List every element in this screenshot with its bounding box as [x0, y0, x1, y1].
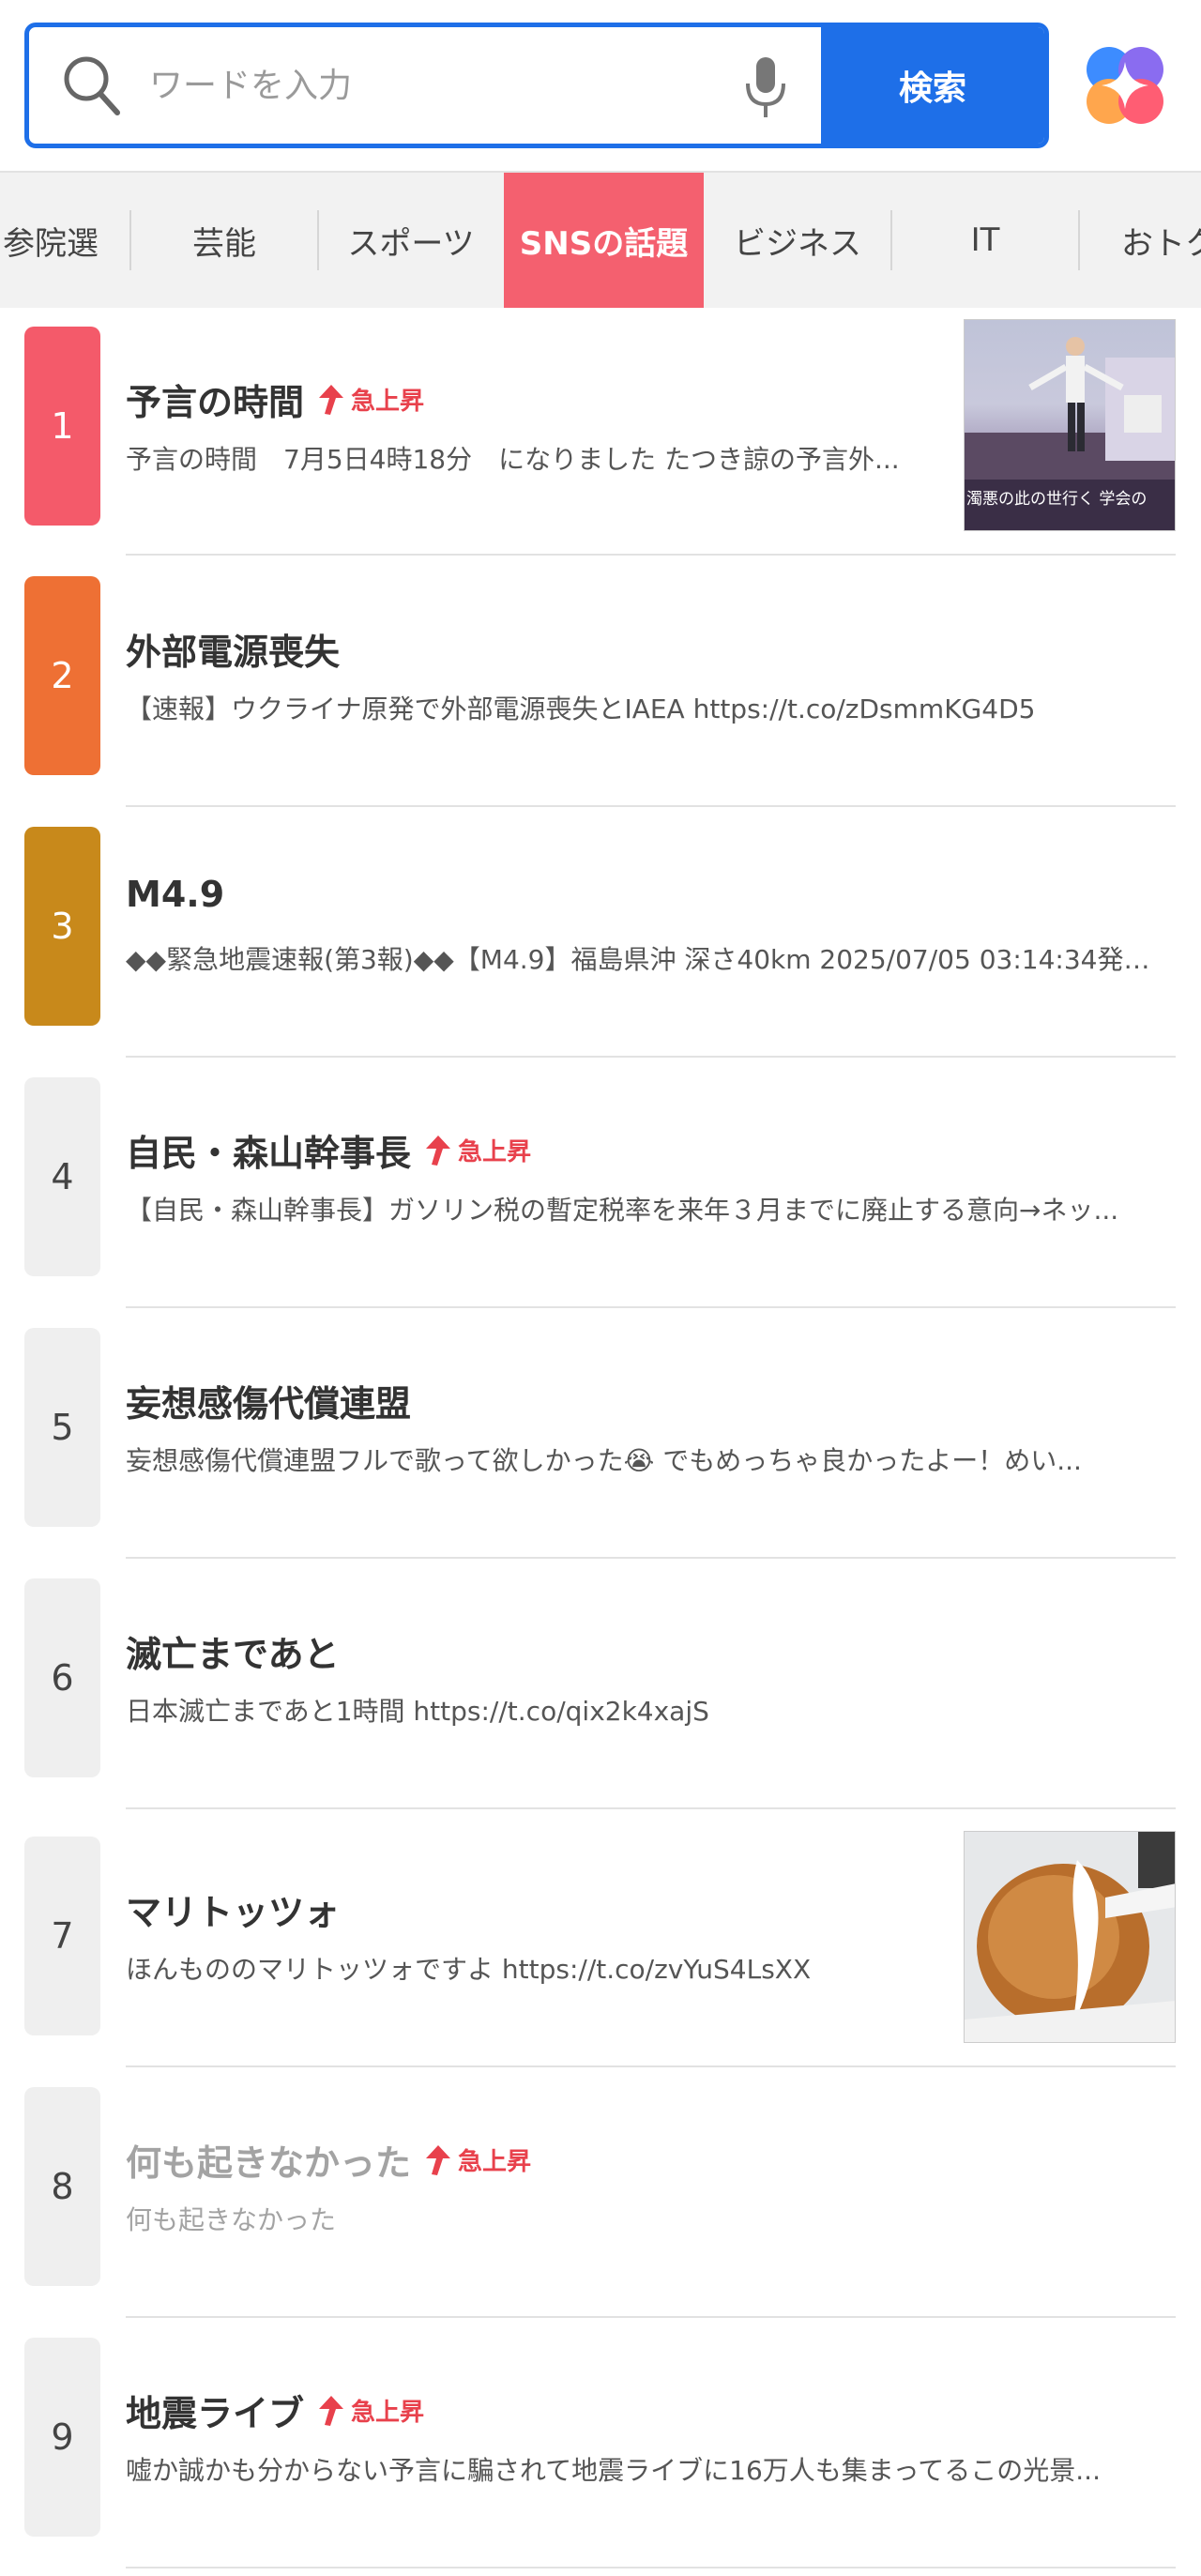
- item-description: 【自民・森山幹事長】ガソリン税の暫定税率を来年３月までに廃止する意向→ネッ...: [126, 1195, 1119, 1226]
- item-description: 嘘か誠かも分からない予言に騙されて地震ライブに16万人も集まってるこの光景...: [126, 2455, 1101, 2486]
- item-title[interactable]: 地震ライブ 急上昇: [126, 2385, 424, 2436]
- arrow-up-icon: [426, 2144, 451, 2175]
- item-title-text[interactable]: 妄想感傷代償連盟: [126, 1375, 411, 1426]
- arrow-up-icon: [319, 384, 344, 415]
- item-title[interactable]: M4.9: [126, 874, 224, 915]
- item-title[interactable]: 滅亡まであと: [126, 1625, 340, 1677]
- rank-badge: 4: [24, 1077, 100, 1276]
- app-logo-icon[interactable]: [1081, 41, 1169, 130]
- divider: [126, 1306, 1176, 1308]
- item-title[interactable]: 外部電源喪失: [126, 623, 340, 675]
- rising-badge: 急上昇: [317, 382, 424, 417]
- rank-badge: 1: [24, 327, 100, 526]
- item-title[interactable]: 何も起きなかった 急上昇: [126, 2134, 531, 2186]
- item-title[interactable]: マリトッツォ: [126, 1883, 340, 1935]
- tab-entertainment[interactable]: 芸能: [131, 173, 317, 308]
- rising-label: 急上昇: [458, 1138, 532, 1166]
- tab-sns-topics[interactable]: SNSの話題: [504, 173, 704, 308]
- item-title-text[interactable]: 何も起きなかった: [126, 2134, 411, 2186]
- rank-badge: 8: [24, 2087, 100, 2286]
- search-button[interactable]: 検索: [821, 27, 1044, 144]
- item-title-text[interactable]: 自民・森山幹事長: [126, 1124, 411, 1176]
- rank-badge: 7: [24, 1837, 100, 2035]
- item-title-text[interactable]: 滅亡まであと: [126, 1625, 340, 1677]
- arrow-up-icon: [426, 1135, 451, 1166]
- search-icon[interactable]: [61, 53, 123, 119]
- item-title-text[interactable]: 外部電源喪失: [126, 623, 340, 675]
- item-description: 予言の時間 7月5日4時18分 になりました たつき諒の予言外...: [126, 444, 900, 475]
- tab-business[interactable]: ビジネス: [705, 173, 890, 308]
- item-description: 何も起きなかった: [126, 2204, 337, 2235]
- category-tabs: 参院選 芸能 スポーツ SNSの話題 ビジネス IT おトク: [0, 171, 1201, 308]
- rank-badge: 2: [24, 576, 100, 775]
- rising-label: 急上昇: [351, 2399, 425, 2427]
- item-title[interactable]: 自民・森山幹事長 急上昇: [126, 1124, 531, 1176]
- header-bar: 検索: [0, 0, 1201, 171]
- item-description: ほんもののマリトッツォですよ https://t.co/zvYuS4LsXX: [126, 1954, 812, 1985]
- rank-badge: 3: [24, 827, 100, 1026]
- rank-badge: 9: [24, 2338, 100, 2537]
- thumbnail-caption: 濁悪の此の世行く 学会の: [966, 490, 1148, 509]
- divider: [126, 554, 1176, 556]
- rising-label: 急上昇: [351, 388, 425, 416]
- divider: [126, 2065, 1176, 2067]
- rising-badge: 急上昇: [424, 1133, 531, 1167]
- arrow-up-icon: [319, 2395, 344, 2426]
- tab-deals[interactable]: おトク: [1080, 173, 1201, 308]
- rising-label: 急上昇: [458, 2148, 532, 2176]
- tab-election[interactable]: 参院選: [0, 173, 129, 308]
- search-input[interactable]: [149, 27, 712, 144]
- rising-badge: 急上昇: [424, 2142, 531, 2177]
- divider: [126, 805, 1176, 807]
- item-description: 【速報】ウクライナ原発で外部電源喪失とIAEA https://t.co/zDs…: [126, 694, 1036, 724]
- search-box[interactable]: 検索: [24, 23, 1049, 148]
- item-description: ◆◆緊急地震速報(第3報)◆◆【M4.9】福島県沖 深さ40km 2025/07…: [126, 944, 1167, 975]
- thumbnail-image: [965, 1832, 1175, 2042]
- item-title-text[interactable]: 予言の時間: [126, 373, 304, 425]
- divider: [126, 1557, 1176, 1559]
- rank-badge: 5: [24, 1328, 100, 1527]
- item-title-text[interactable]: 地震ライブ: [126, 2385, 304, 2436]
- rising-badge: 急上昇: [317, 2393, 424, 2428]
- tab-it[interactable]: IT: [892, 173, 1078, 308]
- divider: [126, 2567, 1176, 2568]
- item-description: 妄想感傷代償連盟フルで歌って欲しかった😭 でもめっちゃ良かったよー！めい...: [126, 1445, 1082, 1476]
- microphone-icon[interactable]: [742, 55, 789, 121]
- item-title-text[interactable]: M4.9: [126, 874, 224, 915]
- divider: [126, 1807, 1176, 1809]
- item-thumbnail[interactable]: 濁悪の此の世行く 学会の: [964, 319, 1176, 531]
- rank-badge: 6: [24, 1578, 100, 1777]
- tab-sports[interactable]: スポーツ: [319, 173, 503, 308]
- item-thumbnail[interactable]: [964, 1831, 1176, 2043]
- item-description: 日本滅亡まであと1時間 https://t.co/qix2k4xajS: [126, 1696, 709, 1727]
- divider: [126, 1056, 1176, 1058]
- item-title[interactable]: 予言の時間 急上昇: [126, 373, 424, 425]
- item-title[interactable]: 妄想感傷代償連盟: [126, 1375, 411, 1426]
- divider: [126, 2316, 1176, 2318]
- item-title-text[interactable]: マリトッツォ: [126, 1883, 340, 1935]
